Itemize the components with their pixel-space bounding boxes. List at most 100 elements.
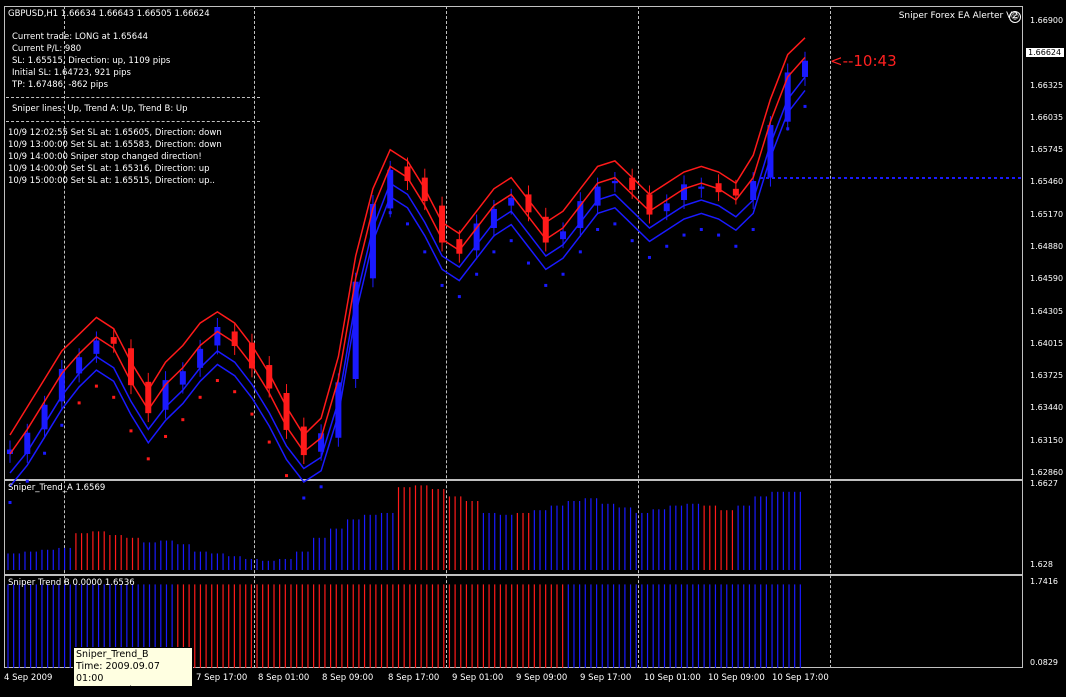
stop-dot [492,250,496,254]
stop-dot [60,423,64,427]
time-tick-label: 9 Sep 09:00 [516,673,568,683]
stop-dot [371,255,375,259]
candle-body [508,197,515,206]
stop-dot [803,104,807,108]
time-tick-label: 4 Sep 2009 [4,673,53,683]
stop-dot [440,283,444,287]
trend-b-label: Sniper Trend B 0.0000 1.6536 [8,578,135,588]
info-separator [6,97,260,98]
price-tick-label: 1.66325 [1030,80,1064,90]
stop-dot [8,500,12,504]
stop-dot [250,412,254,416]
price-tick-label: 1.65745 [1030,145,1064,155]
indicator-tooltip: Sniper_Trend_B Time: 2009.09.07 01:00 Do… [73,647,193,696]
stop-dot [647,255,651,259]
stop-dot [768,172,772,176]
price-tick-label: 1.63440 [1030,403,1064,413]
trend-a-min-label: 1.628 [1030,560,1053,569]
log-line: 10/9 14:00:00 Set SL at: 1.65316, Direct… [8,164,210,174]
price-tick-label: 1.62860 [1030,468,1064,477]
trend-a-max-label: 1.6627 [1030,479,1058,488]
stop-dot [302,496,306,500]
trend-b-min-label: 0.0829 [1030,658,1058,667]
price-tick-label: 1.64880 [1030,242,1064,251]
stop-dot [509,239,513,243]
stop-dot [751,227,755,231]
stop-dot [682,233,686,237]
stop-dot [285,474,289,478]
sniper-lines-text: Sniper lines: Up, Trend A: Up, Trend B: … [12,104,188,114]
initial-sl-text: Initial SL: 1.64723, 921 pips [12,68,131,78]
sl-text: SL: 1.65515, Direction: up, 1109 pips [12,56,171,66]
candle-body [750,180,757,201]
time-tick-label: 10 Sep 01:00 [644,673,701,683]
current-pl-text: Current P/L: 980 [12,44,82,54]
stop-dot [388,211,392,215]
tooltip-time: Time: 2009.09.07 01:00 [76,661,160,684]
middle-band-line [9,56,806,455]
candle-body [41,404,48,430]
stop-dot [43,451,47,455]
stop-dot [475,272,479,276]
price-tick-label: 1.66035 [1030,112,1064,122]
candle-body [560,231,567,240]
stop-dot [561,272,565,276]
trend-b-max-label: 1.7416 [1030,577,1058,586]
stop-dot [198,395,202,399]
price-tick-label: 1.65460 [1030,177,1064,187]
time-tick-label: 8 Sep 17:00 [388,673,440,683]
candle-body [214,326,221,346]
tp-text: TP: 1.67486, -862 pips [12,80,109,90]
tooltip-name: Sniper_Trend_B [76,649,149,660]
stop-dot [406,222,409,226]
price-tick-label: 1.64590 [1030,274,1064,284]
stop-dot [613,222,617,226]
stop-dot [267,440,271,444]
stop-dot [786,127,790,131]
stop-dot [146,457,150,461]
ea-title: Sniper Forex EA Alerter V2 [898,11,1018,21]
stop-dot [423,250,427,254]
price-tick-label: 1.64305 [1030,306,1064,316]
stop-dot [112,395,116,399]
stop-dot [181,418,185,422]
price-tick-label: 1.65170 [1030,209,1064,219]
stop-dot [457,295,461,299]
candle-body [611,180,618,184]
price-tick-label: 1.64015 [1030,338,1064,348]
symbol-header: GBPUSD,H1 1.66634 1.66643 1.66505 1.6662… [8,9,210,19]
stop-dot [665,244,669,248]
price-tick-label: 1.63150 [1030,435,1064,445]
stop-dot [717,233,721,237]
time-tick-label: 8 Sep 09:00 [322,673,374,683]
stop-dot [77,401,81,405]
stop-dot [215,379,219,383]
stop-dot [336,429,340,433]
info-separator [6,121,260,122]
candle-body [681,184,688,201]
candle-body [732,188,739,196]
bar-countdown: <--10:43 [830,52,897,70]
stop-dot [233,390,237,394]
stop-dot [578,250,582,254]
stop-dot [164,434,168,438]
smiley-icon: ☺ [1009,11,1021,23]
current-trade-text: Current trade: LONG at 1.65644 [12,32,149,42]
stop-dot [526,261,530,265]
stop-dot [630,239,634,243]
time-tick-label: 9 Sep 01:00 [452,673,504,683]
price-tick-label: 1.63725 [1030,371,1064,381]
stop-dot [94,384,98,388]
stop-dot [129,429,133,433]
trend-a-label: Sniper_Trend_A 1.6569 [8,483,106,493]
stop-dot [354,328,358,332]
time-tick-label: 8 Sep 01:00 [258,673,310,683]
price-tick-label: 1.66624 [1026,48,1064,58]
price-tick-label: 1.66900 [1030,16,1064,25]
log-line: 10/9 13:00:00 Set SL at: 1.65583, Direct… [8,140,222,150]
stop-dot [734,244,738,248]
time-tick-label: 10 Sep 17:00 [772,673,829,683]
stop-dot [544,283,548,287]
candle-body [110,337,117,344]
candle-body [179,371,186,385]
